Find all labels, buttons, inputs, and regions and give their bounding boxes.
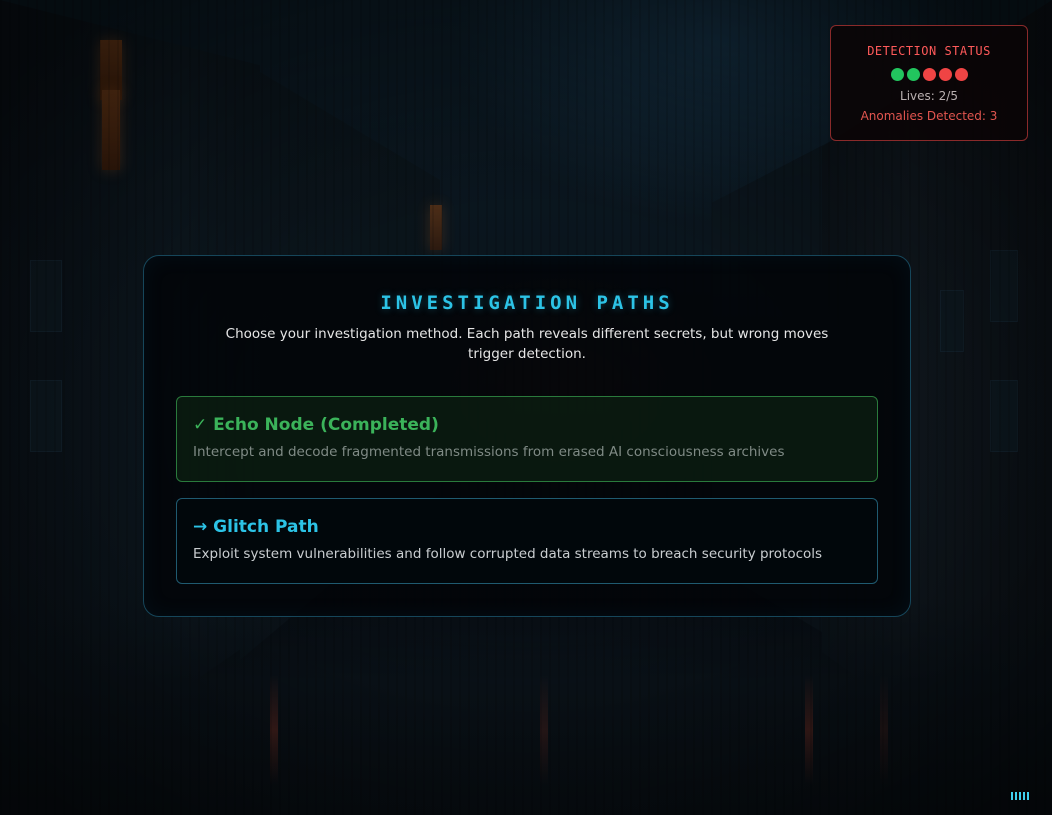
signal-bar	[1011, 792, 1013, 800]
signal-bar	[1019, 792, 1021, 800]
detection-status-title: DETECTION STATUS	[867, 44, 991, 58]
signal-bar	[1015, 792, 1017, 800]
dark-window	[30, 260, 62, 332]
path-title: ✓ Echo Node (Completed)	[193, 415, 439, 435]
life-lost-dot	[938, 68, 952, 81]
dark-window	[30, 380, 62, 452]
path-description: Intercept and decode fragmented transmis…	[193, 444, 785, 460]
street-reflection	[805, 675, 813, 785]
lives-indicator	[831, 68, 1027, 82]
path-description: Exploit system vulnerabilities and follo…	[193, 546, 823, 562]
street-reflection	[270, 675, 278, 785]
signal-bars-icon	[1011, 792, 1029, 800]
lit-window	[430, 205, 442, 250]
game-scene: DETECTION STATUS Lives: 2/5 Anomalies De…	[0, 0, 1052, 815]
investigation-panel: INVESTIGATION PATHS Choose your investig…	[143, 255, 911, 617]
wet-street	[0, 595, 1052, 815]
path-title: → Glitch Path	[193, 517, 319, 537]
life-lost-dot	[954, 68, 968, 81]
street-reflection	[540, 675, 548, 785]
signal-bar	[1027, 792, 1029, 800]
life-active-dot	[890, 68, 904, 81]
life-lost-dot	[922, 68, 936, 81]
anomalies-counter: Anomalies Detected: 3	[860, 109, 998, 123]
dark-window	[990, 380, 1018, 452]
lives-counter: Lives: 2/5	[900, 89, 958, 103]
street-reflection	[880, 675, 888, 785]
dark-window	[940, 290, 964, 352]
lit-window	[102, 90, 120, 170]
path-card-echo-node[interactable]: ✓ Echo Node (Completed) Intercept and de…	[176, 396, 878, 482]
life-active-dot	[906, 68, 920, 81]
path-card-glitch-path[interactable]: → Glitch Path Exploit system vulnerabili…	[176, 498, 878, 584]
panel-subtitle: Choose your investigation method. Each p…	[225, 326, 829, 362]
detection-status-panel: DETECTION STATUS Lives: 2/5 Anomalies De…	[830, 25, 1028, 141]
panel-title: INVESTIGATION PATHS	[380, 292, 674, 314]
signal-bar	[1023, 792, 1025, 800]
dark-window	[990, 250, 1018, 322]
